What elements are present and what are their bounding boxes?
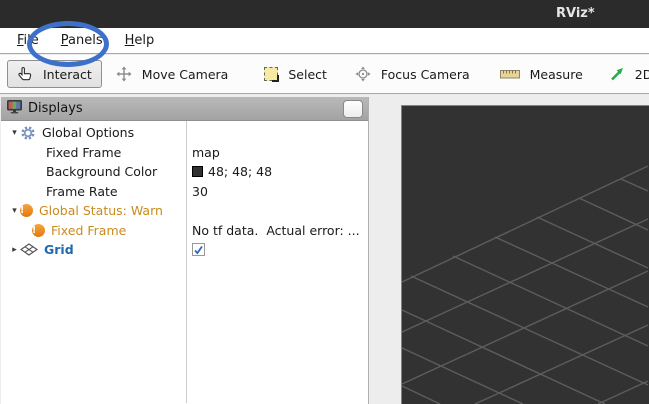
selection-box-icon [264, 67, 278, 81]
measure-tool-button[interactable]: Measure [496, 62, 587, 87]
tree-row-fixed-frame[interactable]: Fixed Frame map [1, 143, 368, 163]
focus-camera-tool-button[interactable]: Focus Camera [351, 61, 474, 87]
select-tool-button[interactable]: Select [260, 62, 331, 87]
expander-open-icon[interactable]: ▾ [9, 128, 20, 138]
displays-panel: Displays ▾ [1, 97, 369, 404]
menu-panels[interactable]: Panels [50, 30, 114, 51]
frame-rate-value[interactable]: 30 [186, 184, 208, 199]
expander-open-icon[interactable]: ▾ [9, 206, 20, 216]
window-title: RViz* [556, 6, 595, 21]
tree-row-global-options[interactable]: ▾ Global Options [1, 123, 368, 143]
tree-column-divider[interactable] [186, 121, 187, 403]
displays-panel-title: Displays [28, 101, 83, 116]
green-arrow-icon [609, 66, 625, 82]
menu-bar: File Panels Help [0, 28, 649, 54]
warning-icon: ! [20, 204, 33, 217]
interact-tool-button[interactable]: Interact [7, 60, 102, 88]
panel-corner-button[interactable] [343, 100, 363, 118]
grid-icon [20, 243, 38, 256]
warning-icon: ! [32, 224, 45, 237]
toolbar: Interact Move Camera Select [0, 55, 649, 94]
displays-tree: ▾ Global Options [1, 121, 368, 403]
title-bar: RViz* [0, 0, 649, 28]
tree-row-frame-rate[interactable]: Frame Rate 30 [1, 182, 368, 202]
grid-enabled-checkbox[interactable] [192, 243, 205, 256]
tree-row-global-status[interactable]: ▾ ! Global Status: Warn [1, 201, 368, 221]
focus-crosshair-icon [355, 66, 371, 82]
checkmark-icon [193, 244, 204, 256]
tree-row-fixed-frame-warning[interactable]: ! Fixed Frame No tf data. Actual error: … [1, 221, 368, 241]
background-color-value[interactable]: 48; 48; 48 [186, 164, 272, 179]
2d-pose-estimate-tool-button[interactable]: 2D Pose Esti [605, 61, 649, 87]
tree-row-grid[interactable]: ▸ Grid [1, 240, 368, 260]
gear-icon [20, 125, 36, 141]
menu-file[interactable]: File [6, 30, 50, 51]
ground-grid [402, 106, 648, 404]
color-swatch[interactable] [192, 166, 203, 177]
content-area: Displays ▾ [0, 95, 649, 404]
hand-cursor-icon [17, 66, 33, 82]
tree-row-background-color[interactable]: Background Color 48; 48; 48 [1, 162, 368, 182]
move-camera-tool-button[interactable]: Move Camera [112, 61, 233, 87]
move-arrows-icon [116, 66, 132, 82]
rviz-window: RViz* File Panels Help Interact [0, 0, 649, 404]
monitor-icon [6, 99, 23, 118]
displays-panel-header[interactable]: Displays [1, 97, 368, 121]
ruler-icon [500, 69, 520, 80]
fixed-frame-value[interactable]: map [186, 145, 220, 160]
menu-help[interactable]: Help [114, 30, 166, 51]
tf-error-message: No tf data. Actual error: ... [186, 223, 360, 238]
expander-closed-icon[interactable]: ▸ [9, 245, 20, 255]
3d-viewport[interactable] [401, 105, 649, 404]
